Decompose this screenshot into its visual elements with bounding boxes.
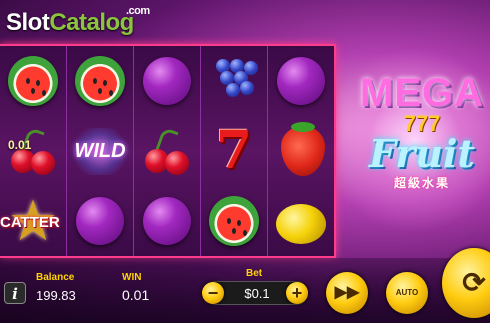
autoplay-button[interactable]: AUTO <box>386 272 428 314</box>
win-amount-label: 0.01 <box>8 138 32 152</box>
fast-forward-icon: ▶▶ <box>334 284 360 301</box>
plum-icon <box>76 197 124 245</box>
reel-cell <box>67 186 133 256</box>
bet-increase-button[interactable]: + <box>286 282 308 304</box>
seven-icon: 7 <box>215 120 253 181</box>
win-label: WIN <box>122 272 142 283</box>
reel-1: 0.01 ★ CATTER <box>0 46 67 256</box>
watermelon-icon <box>8 56 58 106</box>
scatter-label: CATTER <box>0 214 60 231</box>
watermelon-icon <box>209 196 259 246</box>
brand-part1: Slot <box>6 9 50 36</box>
turbo-button[interactable]: ▶▶ <box>326 272 368 314</box>
logo-mega: MEGA <box>360 71 484 115</box>
reel-2: WILD <box>67 46 134 256</box>
reel-cell: WILD <box>67 116 133 186</box>
strawberry-icon <box>281 122 325 176</box>
reel-cell <box>268 116 334 186</box>
info-button[interactable]: i <box>4 282 26 304</box>
bet-decrease-button[interactable]: − <box>202 282 224 304</box>
plum-icon <box>143 197 191 245</box>
reel-grid: 0.01 ★ CATTER WILD 7 <box>0 44 336 258</box>
reel-cell: 0.01 <box>0 116 66 186</box>
wild-symbol: WILD <box>68 127 132 175</box>
balance-value: 199.83 <box>36 288 76 303</box>
reel-cell: ★ CATTER <box>0 186 66 256</box>
slotcatalog-logo: SlotCatalog .com <box>6 4 156 42</box>
plum-icon <box>143 57 191 105</box>
game-logo: MEGA 777 Fruit 超級水果 <box>352 72 490 222</box>
plum-icon <box>277 57 325 105</box>
watermelon-icon <box>75 56 125 106</box>
reel-cell <box>0 46 66 116</box>
bet-label: Bet <box>246 268 263 279</box>
reel-cell <box>268 186 334 256</box>
logo-fruit: Fruit <box>369 131 475 176</box>
reel-cell <box>134 116 200 186</box>
brand-part2: Catalog <box>49 9 134 36</box>
bet-value: $0.1 <box>244 286 270 301</box>
spin-icon: ⟳ <box>462 267 486 298</box>
reel-cell: 7 <box>201 116 267 186</box>
reel-cell <box>67 46 133 116</box>
reel-3 <box>134 46 201 256</box>
balance-label: Balance <box>36 272 75 283</box>
reel-cell <box>201 186 267 256</box>
reel-cell <box>268 46 334 116</box>
grapes-icon <box>208 55 260 107</box>
logo-chinese: 超級水果 <box>393 176 450 190</box>
reel-cell <box>201 46 267 116</box>
win-value: 0.01 <box>122 287 150 303</box>
lemon-icon <box>276 204 326 244</box>
reel-cell <box>134 46 200 116</box>
brand-domain: .com <box>126 5 150 17</box>
reel-4: 7 <box>201 46 268 256</box>
cherry-icon <box>141 125 193 177</box>
reel-cell <box>134 186 200 256</box>
reel-5 <box>268 46 334 256</box>
